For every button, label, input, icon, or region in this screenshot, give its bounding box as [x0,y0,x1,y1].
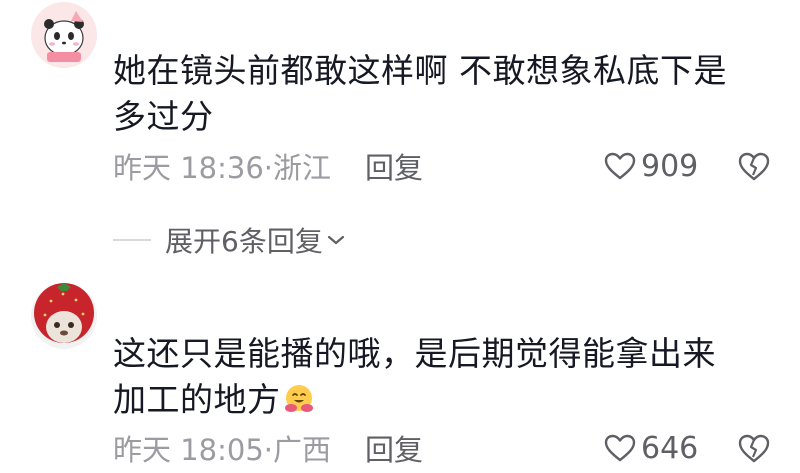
comment-location: ·广西 [263,433,332,467]
comment-time: 昨天 18:36 [113,151,264,185]
comment-text: 这还只是能播的哦，是后期觉得能拿出来 加工的地方 [113,334,716,419]
comment-meta: 昨天 18:05 ·广西 回复 [113,428,423,468]
comment-meta: 昨天 18:36 ·浙江 回复 [113,146,423,186]
reply-button[interactable]: 回复 [365,427,423,469]
avatar[interactable] [31,283,97,349]
comment-text: 她在镜头前都敢这样啊 不敢想象私底下是 多过分 [113,51,727,136]
heart-icon [604,152,636,180]
comment-time: 昨天 18:05 [113,433,264,467]
expand-replies-label: 展开6条回复 [165,225,323,258]
strawberry-hat-avatar-icon [31,283,97,349]
avatar[interactable] [31,2,97,68]
reply-button[interactable]: 回复 [365,145,423,187]
broken-heart-icon[interactable] [737,431,771,465]
like-button[interactable]: 909 [603,146,698,186]
panda-avatar-icon [31,2,97,68]
like-count: 909 [641,148,699,184]
like-count: 646 [641,430,699,466]
comment-location: ·浙江 [263,151,332,185]
expand-replies-button[interactable]: 展开6条回复 [113,220,345,260]
like-button[interactable]: 646 [603,428,698,468]
broken-heart-icon[interactable] [737,149,771,183]
chevron-down-icon [327,235,344,245]
divider-line [113,239,151,241]
hugging-face-emoji-icon [284,385,313,412]
heart-icon [604,434,636,462]
